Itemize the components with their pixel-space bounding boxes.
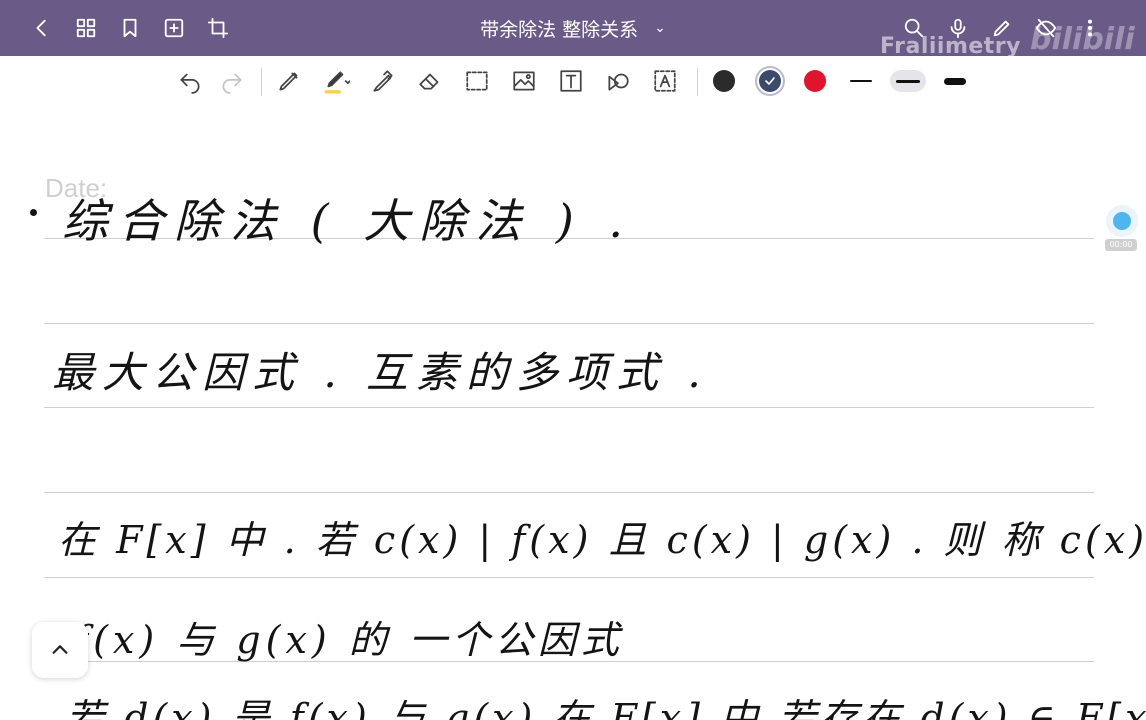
crop-icon[interactable] [202,12,234,44]
recording-time: 00:00 [1105,239,1137,251]
handwriting-line-1: 综合除法 ( 大除法 ) . [62,194,634,248]
handwriting-line-3: 在 F[x] 中 . 若 c(x) | f(x) 且 c(x) | g(x) .… [58,518,1146,562]
toolbar-divider [697,68,698,96]
ruled-line [44,577,1094,578]
ruled-line [44,407,1094,408]
highlighter-icon[interactable] [322,66,352,96]
add-page-icon[interactable] [158,12,190,44]
note-canvas[interactable]: Date: 综合除法 ( 大除法 ) . 最大公因式 . 互素的多项式 . 在 … [0,107,1146,720]
ruled-line [44,323,1094,324]
handwriting-line-5: 若 d(x) 是 f(x) 与 g(x) 在 F[x] 中 若存在 d(x) ∈… [66,696,1146,720]
color-swatch-black[interactable] [713,70,735,92]
bullet-dot [30,209,37,216]
check-icon [765,77,775,85]
drawing-toolbar [0,56,1146,108]
grid-icon[interactable] [70,12,102,44]
color-swatch-navy[interactable] [759,70,781,92]
lasso-select-icon[interactable] [462,66,492,96]
stroke-width-thick[interactable] [937,70,973,92]
text-icon[interactable] [556,66,586,96]
ruled-line [44,492,1094,493]
pen-icon[interactable] [274,66,304,96]
color-swatch-red[interactable] [804,70,826,92]
recording-indicator[interactable] [1106,205,1138,237]
scroll-to-top-button[interactable] [32,622,88,678]
eraser-icon[interactable] [415,66,445,96]
image-icon[interactable] [509,66,539,96]
bilibili-logo: bilibili [1030,22,1135,57]
document-title-text[interactable]: 带余除法 整除关系 [480,15,638,42]
handwriting-line-2: 最大公因式 . 互素的多项式 . [52,348,709,397]
title-bar: 带余除法 整除关系 ⌄ Fraliimetry bilibili [0,0,1146,59]
chevron-down-icon[interactable]: ⌄ [654,20,666,36]
text-recognize-icon[interactable] [650,66,680,96]
bookmark-icon[interactable] [114,12,146,44]
back-icon[interactable] [26,12,58,44]
redo-icon[interactable] [217,66,247,96]
record-dot-icon [1113,212,1131,230]
stroke-width-medium[interactable] [890,70,926,92]
chevron-up-icon [52,645,68,654]
undo-icon[interactable] [175,66,205,96]
toolbar-divider [261,68,262,96]
stroke-width-thin[interactable] [843,70,879,92]
marker-icon[interactable] [368,66,398,96]
handwriting-line-4: f(x) 与 g(x) 的 一个公因式 [74,618,624,662]
shape-icon[interactable] [603,66,633,96]
